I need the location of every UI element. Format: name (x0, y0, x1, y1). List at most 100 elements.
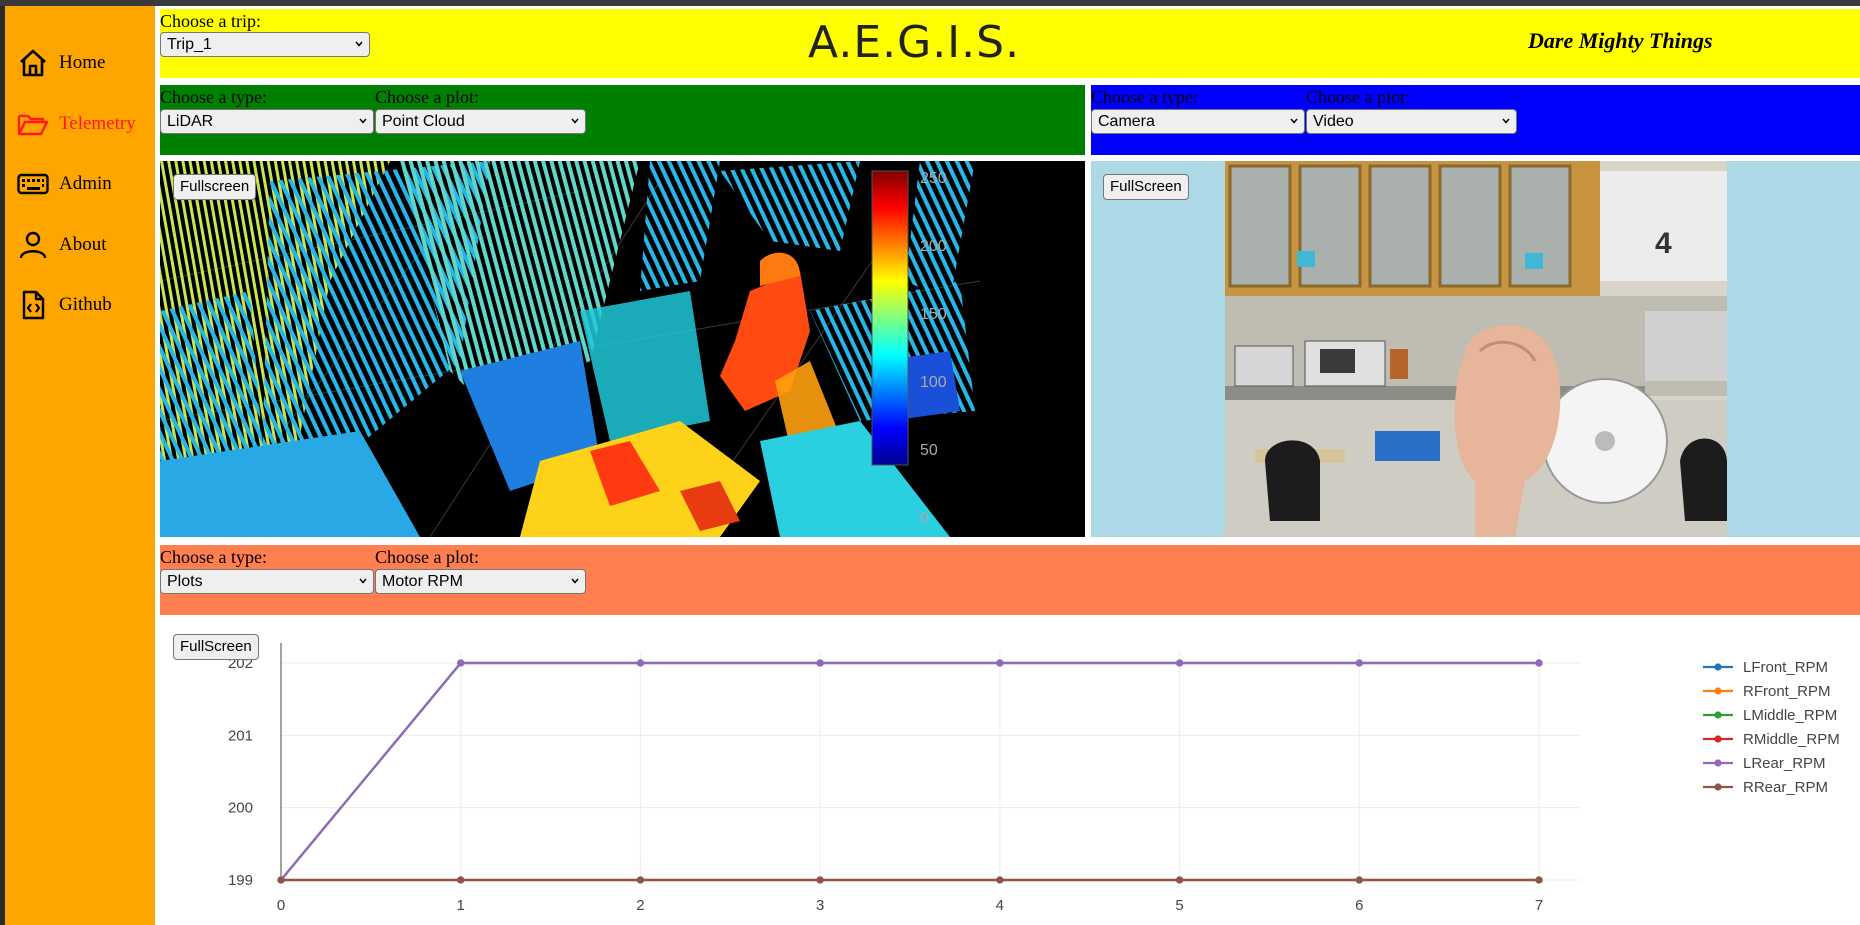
data-point-RRear_RPM (816, 876, 824, 884)
lidar-fullscreen-button[interactable]: Fullscreen (173, 174, 257, 200)
trip-label: Choose a trip: (160, 11, 261, 31)
sidebar-item-telemetry[interactable]: Telemetry (17, 104, 136, 144)
sidebar-item-label: About (59, 234, 107, 255)
data-point-LRear_RPM (457, 659, 465, 667)
motor-rpm-chart[interactable]: FullScreen 199 200 201 202 0 1 2 3 4 5 6 7 LFront_RP… (160, 620, 1860, 920)
lidar-plot-label: Choose a plot: (375, 87, 479, 107)
plots-type-value: Plots (167, 573, 203, 590)
sidebar-item-label: Home (59, 52, 106, 73)
x-tick-label: 4 (996, 897, 1004, 914)
colorbar-tick: 200 (920, 238, 947, 255)
legend-label: LMiddle_RPM (1743, 707, 1837, 724)
camera-controls: Choose a type: Camera Choose a plot: Vid… (1091, 85, 1860, 155)
plots-type-select[interactable]: Plots (160, 569, 374, 594)
colorbar-tick: 100 (920, 374, 947, 391)
motto: Dare Mighty Things (1528, 28, 1713, 53)
y-tick-label: 201 (228, 727, 253, 744)
trip-select[interactable]: Trip_1 (160, 32, 370, 57)
y-tick-label: 199 (228, 872, 253, 889)
data-point-RRear_RPM (1175, 876, 1184, 884)
data-point-RRear_RPM (636, 876, 645, 884)
window-top-strip (0, 0, 1860, 6)
lidar-type-select[interactable]: LiDAR (160, 109, 374, 134)
camera-plot-select[interactable]: Video (1306, 109, 1517, 134)
camera-panel: FullScreen 4 (1091, 161, 1860, 537)
home-icon (20, 49, 46, 77)
rpm-chart-svg: 1992002012020 1 2 3 4 5 6 7LFront_RPMRFront_RPM… (228, 643, 1840, 914)
chevron-down-icon (571, 578, 579, 584)
lidar-plot-select[interactable]: Point Cloud (375, 109, 586, 134)
camera-card-number: 4 (1655, 227, 1672, 260)
user-icon (19, 231, 47, 259)
x-tick-label: 7 (1535, 897, 1543, 914)
point-cloud-image: 250 200 150 100 50 0 (160, 161, 981, 537)
sidebar-item-github[interactable]: Github (17, 285, 112, 325)
colorbar-tick: 50 (920, 442, 938, 459)
data-point-LRear_RPM (1175, 659, 1184, 667)
data-point-RRear_RPM (457, 876, 465, 884)
lidar-plot-value: Point Cloud (382, 113, 465, 130)
camera-plot-label: Choose a plot: (1306, 87, 1410, 107)
sidebar: Home Telemetry Admin About Github (5, 6, 155, 925)
legend-swatch-dot (1714, 663, 1722, 671)
sidebar-item-admin[interactable]: Admin (17, 164, 112, 204)
colorbar-tick: 150 (920, 306, 947, 323)
chevron-down-icon (1290, 118, 1298, 124)
plots-type-label: Choose a type: (160, 547, 267, 567)
data-point-RRear_RPM (277, 876, 285, 884)
folder-icon (17, 114, 49, 136)
x-tick-label: 6 (1355, 897, 1363, 914)
sidebar-item-about[interactable]: About (17, 225, 107, 265)
sidebar-item-label: Github (59, 294, 112, 315)
camera-fullscreen-button[interactable]: FullScreen (1103, 174, 1189, 200)
legend-label: RRear_RPM (1743, 779, 1828, 796)
plots-plot-select[interactable]: Motor RPM (375, 569, 586, 594)
data-point-LRear_RPM (1355, 659, 1363, 667)
header-banner: Choose a trip: Trip_1 A.E.G.I.S. Dare Mi… (160, 9, 1860, 78)
legend-swatch-dot (1714, 783, 1722, 791)
legend-swatch-dot (1714, 687, 1722, 695)
chevron-down-icon (571, 118, 579, 124)
x-tick-label: 0 (277, 897, 285, 914)
data-point-RRear_RPM (1535, 876, 1543, 884)
x-tick-label: 3 (816, 897, 824, 914)
legend-label: LFront_RPM (1743, 659, 1828, 676)
data-point-LRear_RPM (816, 659, 824, 667)
sidebar-item-label: Telemetry (59, 113, 136, 134)
chevron-down-icon (359, 118, 367, 124)
camera-type-label: Choose a type: (1091, 87, 1198, 107)
legend-swatch-dot (1714, 735, 1722, 743)
colorbar-tick: 250 (920, 170, 947, 187)
legend-swatch-dot (1714, 759, 1722, 767)
sidebar-item-home[interactable]: Home (17, 43, 105, 83)
plots-plot-value: Motor RPM (382, 573, 463, 590)
lidar-point-cloud-view[interactable]: Fullscreen 250 200 150 100 50 0 (160, 161, 1085, 537)
trip-select-value: Trip_1 (167, 36, 212, 53)
x-tick-label: 2 (636, 897, 644, 914)
camera-type-value: Camera (1098, 113, 1155, 130)
lidar-type-value: LiDAR (167, 113, 214, 130)
data-point-LRear_RPM (996, 659, 1004, 667)
x-tick-label: 1 (457, 897, 465, 914)
chevron-down-icon (359, 578, 367, 584)
camera-plot-value: Video (1313, 113, 1354, 130)
camera-type-select[interactable]: Camera (1091, 109, 1305, 134)
code-file-icon (22, 290, 45, 320)
legend-label: RFront_RPM (1743, 683, 1831, 700)
data-point-RRear_RPM (1355, 876, 1363, 884)
camera-video-frame[interactable]: 4 (1225, 161, 1727, 537)
data-point-RRear_RPM (996, 876, 1004, 884)
lidar-controls: Choose a type: LiDAR Choose a plot: Poin… (160, 85, 1085, 155)
chevron-down-icon (1502, 118, 1510, 124)
legend-swatch-dot (1714, 711, 1722, 719)
lidar-type-label: Choose a type: (160, 87, 267, 107)
legend-label: LRear_RPM (1743, 755, 1826, 772)
plots-fullscreen-button[interactable]: FullScreen (173, 634, 259, 660)
camera-frame-image: 4 (1225, 161, 1727, 537)
x-tick-label: 5 (1175, 897, 1183, 914)
plots-controls: Choose a type: Plots Choose a plot: Moto… (160, 545, 1860, 615)
series-line-LMiddle_RPM (280, 661, 1539, 881)
data-point-LRear_RPM (636, 659, 645, 667)
sidebar-item-label: Admin (59, 173, 112, 194)
y-tick-label: 200 (228, 800, 253, 817)
